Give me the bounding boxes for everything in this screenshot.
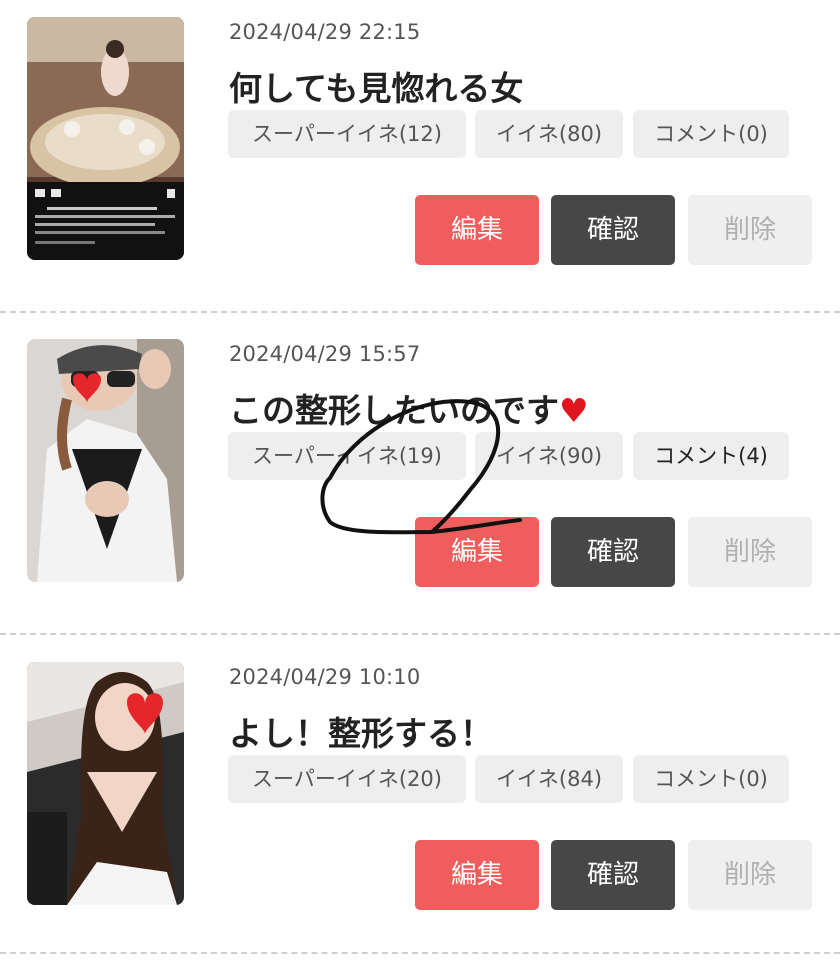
super-iine-count[interactable]: スーパーイイネ(12)	[228, 110, 466, 158]
post-thumbnail[interactable]	[27, 17, 184, 260]
confirm-button[interactable]: 確認	[551, 840, 675, 910]
divider	[0, 633, 840, 635]
post-item-2: 2024/04/29 15:57 この整形したいのです♥ スーパーイイネ(19)…	[0, 322, 840, 644]
comment-count[interactable]: コメント(0)	[633, 110, 789, 158]
iine-count[interactable]: イイネ(80)	[475, 110, 623, 158]
edit-button[interactable]: 編集	[415, 517, 539, 587]
confirm-button[interactable]: 確認	[551, 517, 675, 587]
post-title-text: よし！整形する！	[229, 714, 493, 753]
super-iine-count[interactable]: スーパーイイネ(19)	[228, 432, 466, 480]
edit-button[interactable]: 編集	[415, 840, 539, 910]
comment-count[interactable]: コメント(0)	[633, 755, 789, 803]
post-date: 2024/04/29 10:10	[229, 665, 421, 689]
heart-emoji-icon: ♥	[559, 391, 589, 430]
post-title-text: 何しても見惚れる女	[229, 69, 524, 108]
post-title: 何しても見惚れる女	[229, 62, 523, 110]
post-date: 2024/04/29 15:57	[229, 342, 421, 366]
iine-count[interactable]: イイネ(90)	[475, 432, 623, 480]
edit-button[interactable]: 編集	[415, 195, 539, 265]
post-thumbnail[interactable]	[27, 662, 184, 905]
post-item-3: 2024/04/29 10:10 よし！整形する！ スーパーイイネ(20) イイ…	[0, 645, 840, 967]
divider	[0, 311, 840, 313]
post-date: 2024/04/29 22:15	[229, 20, 421, 44]
super-iine-count[interactable]: スーパーイイネ(20)	[228, 755, 466, 803]
divider	[0, 952, 840, 954]
comment-count[interactable]: コメント(4)	[633, 432, 789, 480]
post-title: よし！整形する！	[229, 707, 493, 755]
iine-count[interactable]: イイネ(84)	[475, 755, 623, 803]
post-title: この整形したいのです♥	[229, 384, 589, 432]
delete-button[interactable]: 削除	[688, 840, 812, 910]
post-thumbnail[interactable]	[27, 339, 184, 582]
post-title-text: この整形したいのです	[229, 391, 559, 430]
confirm-button[interactable]: 確認	[551, 195, 675, 265]
delete-button[interactable]: 削除	[688, 195, 812, 265]
delete-button[interactable]: 削除	[688, 517, 812, 587]
post-item-1: 2024/04/29 22:15 何しても見惚れる女 スーパーイイネ(12) イ…	[0, 0, 840, 322]
